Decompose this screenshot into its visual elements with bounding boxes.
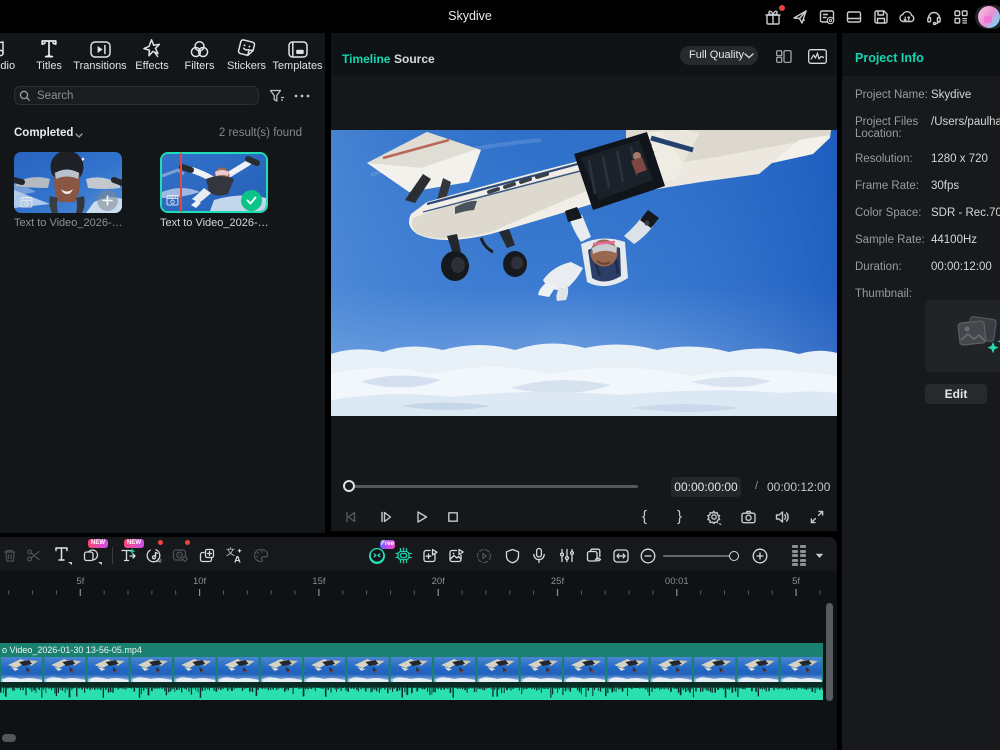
svg-text:A: A <box>234 555 241 565</box>
svg-text:AI: AI <box>157 559 163 565</box>
